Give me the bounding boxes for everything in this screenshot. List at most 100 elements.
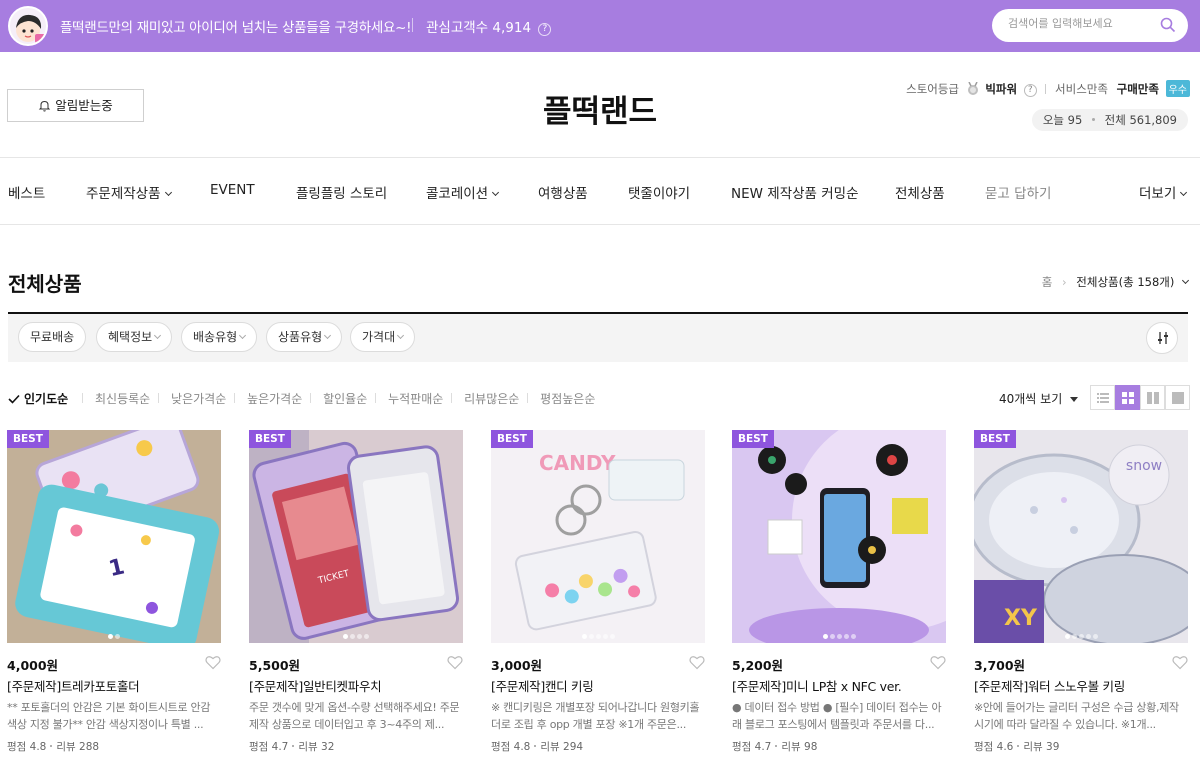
- sort-sales[interactable]: 누적판매순: [388, 390, 443, 407]
- sort-low-price[interactable]: 낮은가격순: [171, 390, 226, 407]
- image-pager[interactable]: [491, 624, 705, 643]
- image-pager[interactable]: [7, 624, 221, 643]
- product-reviews: 리뷰 288: [56, 741, 100, 753]
- product-image[interactable]: TICKET BEST: [249, 430, 463, 643]
- product-reviews: 리뷰 32: [298, 741, 335, 753]
- filter-benefits[interactable]: 혜택정보: [96, 322, 173, 352]
- best-badge: BEST: [974, 430, 1016, 448]
- heart-icon[interactable]: [930, 655, 946, 674]
- product-name[interactable]: [주문제작]미니 LP참 x NFC ver.: [732, 676, 902, 695]
- product-price: 5,200원: [732, 658, 784, 673]
- sort-discount[interactable]: 할인율순: [323, 390, 367, 407]
- nav-more-label: 더보기: [1139, 186, 1177, 202]
- search-box[interactable]: [992, 9, 1188, 42]
- product-description: ● 데이터 접수 방법 ● [필수] 데이터 접수는 아래 블로그 포스팅에서 …: [732, 701, 942, 731]
- product-image[interactable]: 1 BEST: [7, 430, 221, 643]
- product-description: ※안에 들어가는 글리터 구성은 수급 상황,제작 시기에 따라 달라질 수 있…: [974, 701, 1179, 731]
- breadcrumb-current[interactable]: 전체상품(총 158개): [1076, 275, 1174, 289]
- filter-price[interactable]: 가격대: [350, 322, 416, 352]
- nav-item-new[interactable]: NEW 제작상품 커밍순: [731, 182, 859, 202]
- sort-high-price[interactable]: 높은가격순: [247, 390, 302, 407]
- store-tagline: 플떡랜드만의 재미있고 아이디어 넘치는 상품들을 구경하세요~!: [60, 20, 412, 36]
- breadcrumb-home[interactable]: 홈: [1042, 275, 1053, 289]
- nav-item-event[interactable]: EVENT: [210, 182, 255, 198]
- sort-newest[interactable]: 최신등록순: [95, 390, 150, 407]
- product-rating: 평점 4.7: [732, 741, 772, 753]
- filter-product-type[interactable]: 상품유형: [266, 322, 343, 352]
- product-image[interactable]: BEST: [732, 430, 946, 643]
- sort-label: 인기도순: [24, 392, 69, 406]
- filter-label: 혜택정보: [108, 330, 153, 344]
- filter-label: 가격대: [362, 330, 396, 344]
- nav-item-collab[interactable]: 콜코레이션: [426, 182, 500, 202]
- search-icon[interactable]: [1160, 17, 1176, 37]
- best-badge: BEST: [732, 430, 774, 448]
- nav-more-button[interactable]: 더보기: [1139, 182, 1188, 202]
- nav-item-travel[interactable]: 여행상품: [538, 182, 588, 202]
- grade-value: 빅파워: [985, 82, 1018, 96]
- grid-icon: [1122, 392, 1134, 404]
- heart-icon[interactable]: [205, 655, 221, 674]
- search-input[interactable]: [1008, 17, 1148, 30]
- svg-text:CANDY: CANDY: [539, 451, 616, 475]
- chevron-down-icon: [164, 188, 172, 197]
- heart-icon[interactable]: [447, 655, 463, 674]
- divider: [0, 224, 1200, 225]
- product-reviews: 리뷰 39: [1023, 741, 1060, 753]
- sort-reviews[interactable]: 리뷰많은순: [464, 390, 519, 407]
- product-meta: 평점 4.8 리뷰 294: [491, 739, 583, 754]
- product-reviews: 리뷰 98: [781, 741, 818, 753]
- filter-delivery-type[interactable]: 배송유형: [181, 322, 258, 352]
- product-description: 주문 갯수에 맞게 옵션-수량 선택해주세요! 주문제작 상품으로 데이터입고 …: [249, 701, 460, 731]
- view-grid-small-button[interactable]: [1115, 385, 1140, 410]
- caret-down-icon: [1070, 397, 1079, 402]
- divider: [451, 393, 453, 403]
- chevron-down-icon: [154, 331, 162, 340]
- heart-icon[interactable]: [689, 655, 705, 674]
- nav-item-qna[interactable]: 묻고 답하기: [985, 182, 1051, 202]
- image-pager[interactable]: [732, 624, 946, 643]
- per-page-label: 40개씩 보기: [999, 392, 1063, 406]
- help-icon[interactable]: ?: [538, 23, 552, 36]
- nav-item-custom[interactable]: 주문제작상품: [86, 182, 172, 202]
- sort-popular[interactable]: 인기도순: [8, 390, 74, 407]
- heart-icon[interactable]: [1172, 655, 1188, 674]
- product-name[interactable]: [주문제작]캔디 키링: [491, 676, 594, 695]
- nav-item-all[interactable]: 전체상품: [895, 182, 945, 202]
- per-page-select[interactable]: 40개씩 보기: [999, 390, 1079, 407]
- product-image[interactable]: snow XY BEST: [974, 430, 1188, 643]
- nav-item-umbilical[interactable]: 탯줄이야기: [628, 182, 690, 202]
- product-rating: 평점 4.8: [7, 741, 47, 753]
- product-price: 5,500원: [249, 658, 301, 673]
- filter-label: 상품유형: [278, 330, 323, 344]
- product-image[interactable]: CANDY BEST: [491, 430, 705, 643]
- product-name[interactable]: [주문제작]트레카포토홀더: [7, 676, 140, 695]
- chevron-down-icon: [397, 331, 405, 340]
- image-pager[interactable]: [974, 624, 1188, 643]
- breadcrumb: 홈 › 전체상품(총 158개): [1042, 274, 1190, 290]
- view-single-button[interactable]: [1165, 385, 1190, 410]
- nav-item-best[interactable]: 베스트: [8, 182, 45, 202]
- product-name[interactable]: [주문제작]워터 스노우볼 키링: [974, 676, 1125, 695]
- divider: [82, 393, 84, 403]
- divider: [158, 393, 160, 403]
- grade-label: 스토어등급: [906, 82, 960, 96]
- nav-item-label: 콜코레이션: [426, 186, 489, 202]
- best-badge: BEST: [7, 430, 49, 448]
- store-avatar[interactable]: [8, 6, 48, 46]
- view-list-button[interactable]: [1090, 385, 1115, 410]
- image-pager[interactable]: [249, 624, 463, 643]
- product-price: 3,700원: [974, 658, 1026, 673]
- nav-item-label: 주문제작상품: [86, 186, 161, 202]
- product-price: 4,000원: [7, 658, 59, 673]
- chevron-right-icon: ›: [1062, 275, 1067, 289]
- product-name[interactable]: [주문제작]일반티켓파우치: [249, 676, 382, 695]
- product-description: ** 포토홀더의 안감은 기본 화이트시트로 안감 색상 지정 불가** 안감 …: [7, 701, 211, 731]
- chevron-down-icon: [492, 188, 500, 197]
- help-icon[interactable]: ?: [1023, 84, 1037, 97]
- filter-settings-button[interactable]: [1146, 322, 1178, 354]
- nav-item-story[interactable]: 플링플링 스토리: [296, 182, 387, 202]
- sort-rating[interactable]: 평점높은순: [540, 390, 595, 407]
- filter-free-shipping[interactable]: 무료배송: [18, 322, 87, 352]
- view-grid-large-button[interactable]: [1140, 385, 1165, 410]
